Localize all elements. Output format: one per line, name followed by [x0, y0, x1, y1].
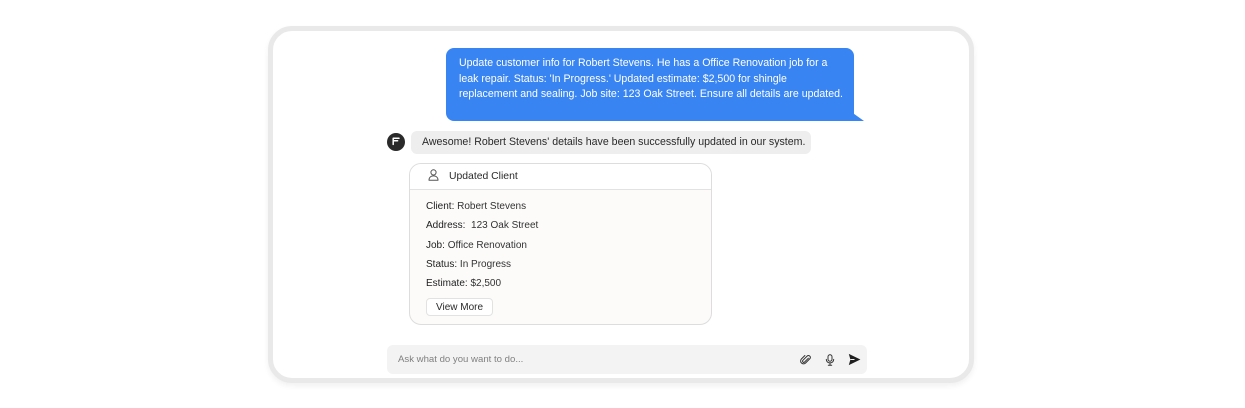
field-value: Office Renovation	[447, 239, 527, 251]
user-icon	[428, 168, 439, 186]
updated-client-card: Updated Client Client: Robert Stevens Ad…	[409, 163, 712, 325]
field-label: Job:	[426, 239, 445, 251]
bot-message-text: Awesome! Robert Stevens' details have be…	[422, 136, 806, 148]
message-composer	[387, 345, 867, 374]
client-row: Client: Robert Stevens	[426, 201, 711, 220]
card-body: Client: Robert Stevens Address: 123 Oak …	[410, 190, 711, 317]
user-message-text: Update customer info for Robert Stevens.…	[459, 57, 843, 100]
estimate-row: Estimate: $2,500	[426, 278, 711, 297]
field-label: Estimate:	[426, 278, 468, 290]
send-icon[interactable]	[847, 353, 861, 367]
card-title: Updated Client	[449, 171, 518, 182]
user-message-tail	[850, 111, 864, 121]
paperclip-icon[interactable]	[799, 353, 813, 367]
address-row: Address: 123 Oak Street	[426, 220, 711, 239]
field-value: 123 Oak Street	[468, 220, 539, 232]
view-more-button[interactable]: View More	[426, 298, 494, 317]
microphone-icon[interactable]	[823, 353, 837, 367]
card-header: Updated Client	[410, 164, 711, 190]
field-value: In Progress	[459, 258, 512, 270]
field-label: Address:	[426, 220, 466, 232]
job-row: Job: Office Renovation	[426, 240, 711, 259]
user-message-bubble: Update customer info for Robert Stevens.…	[446, 48, 854, 121]
bot-message-bubble: Awesome! Robert Stevens' details have be…	[411, 131, 812, 154]
field-label: Status:	[426, 258, 458, 270]
message-input[interactable]	[396, 353, 799, 366]
brand-logo-icon	[391, 133, 401, 151]
field-value: $2,500	[470, 278, 502, 290]
field-label: Client:	[426, 201, 455, 212]
chat-window: Update customer info for Robert Stevens.…	[268, 26, 974, 383]
field-value: Robert Stevens	[457, 201, 527, 212]
bot-avatar	[387, 133, 405, 151]
status-row: Status: In Progress	[426, 259, 711, 278]
